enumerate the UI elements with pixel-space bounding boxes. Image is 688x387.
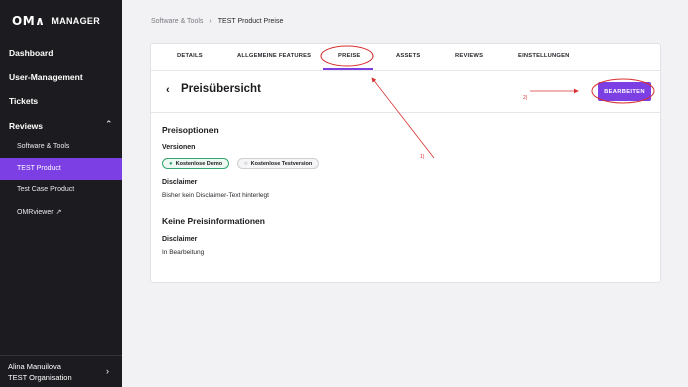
sidebar-subitem-software-tools[interactable]: Software & Tools [17, 143, 69, 150]
circle-icon: ○ [244, 160, 248, 167]
version-badge-trial: ○ Kostenlose Testversion [237, 158, 320, 169]
price-options-heading: Preisoptionen [162, 125, 219, 135]
active-tab-indicator [323, 68, 373, 70]
breadcrumb-current: TEST Product Preise [217, 18, 284, 25]
back-arrow-icon[interactable]: ‹ [166, 84, 170, 96]
annotation-label-1: 1) [420, 154, 425, 160]
sidebar-item-reviews[interactable]: Reviews [9, 121, 43, 131]
breadcrumb: Software & Tools › TEST Product Preise [151, 18, 283, 25]
sidebar-subitem-test-case-product[interactable]: Test Case Product [17, 186, 74, 193]
sidebar-subitem-test-product[interactable]: TEST Product [17, 165, 61, 172]
page-header: ‹ Preisübersicht BEARBEITEN [151, 71, 660, 113]
logo-mark: OM∧ [12, 14, 46, 28]
sidebar-item-dashboard[interactable]: Dashboard [9, 48, 53, 58]
logo-text: MANAGER [51, 16, 100, 26]
tab-details[interactable]: DETAILS [177, 53, 203, 59]
sidebar-divider [0, 355, 122, 356]
user-name[interactable]: Alina Manuilova [8, 362, 61, 371]
tab-preise[interactable]: PREISE [338, 53, 360, 59]
chevron-right-icon[interactable]: › [106, 366, 109, 376]
tab-bar: DETAILS ALLGEMEINE FEATURES PREISE ASSET… [151, 44, 660, 71]
disclaimer-label-2: Disclaimer [162, 236, 198, 243]
edit-button[interactable]: BEARBEITEN [598, 82, 651, 101]
check-dot-icon: ● [169, 160, 173, 167]
disclaimer-text-2: In Bearbeitung [162, 249, 205, 256]
omr-logo[interactable]: OM∧ MANAGER [12, 14, 100, 28]
version-badge-demo: ● Kostenlose Demo [162, 158, 230, 169]
product-card: DETAILS ALLGEMEINE FEATURES PREISE ASSET… [150, 43, 661, 283]
sidebar-item-tickets[interactable]: Tickets [9, 96, 38, 106]
disclaimer-label: Disclaimer [162, 179, 198, 186]
tab-allgemeine-features[interactable]: ALLGEMEINE FEATURES [237, 53, 311, 59]
tab-assets[interactable]: ASSETS [396, 53, 420, 59]
tab-reviews[interactable]: REVIEWS [455, 53, 483, 59]
page-title: Preisübersicht [181, 83, 261, 95]
sidebar-item-user-management[interactable]: User-Management [9, 72, 83, 82]
user-organisation[interactable]: TEST Organisation [8, 373, 72, 382]
badge-label: Kostenlose Testversion [250, 160, 313, 167]
external-link-icon: ↗ [55, 209, 62, 216]
sidebar: OM∧ MANAGER Dashboard User-Management Ti… [0, 0, 122, 387]
chevron-up-icon[interactable]: ⌃ [105, 119, 113, 130]
breadcrumb-parent[interactable]: Software & Tools [151, 18, 203, 25]
annotation-label-2: 2) [523, 95, 528, 101]
disclaimer-text: Bisher kein Disclaimer-Text hinterlegt [162, 192, 269, 199]
breadcrumb-separator: › [209, 18, 212, 25]
badge-label: Kostenlose Demo [175, 160, 223, 167]
omrviewer-label: OMRviewer [17, 209, 54, 216]
versions-label: Versionen [162, 144, 196, 151]
sidebar-subitem-omrviewer[interactable]: OMRviewer ↗ [17, 208, 61, 216]
tab-einstellungen[interactable]: EINSTELLUNGEN [518, 53, 570, 59]
no-price-info-heading: Keine Preisinformationen [162, 216, 265, 226]
